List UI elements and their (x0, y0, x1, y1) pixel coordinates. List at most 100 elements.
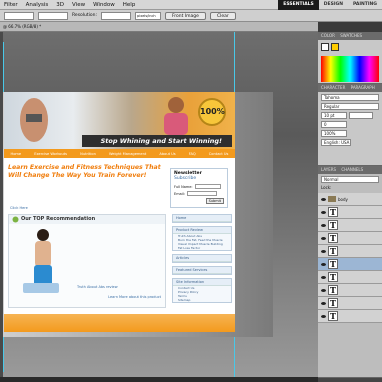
layer-row[interactable]: T (318, 271, 382, 284)
menu-view[interactable]: View (72, 0, 85, 10)
document-tab[interactable]: @ 66.7% (RGB/8) * (0, 22, 318, 32)
eye-icon[interactable] (321, 288, 326, 292)
tracking-field[interactable]: 0 (321, 121, 347, 128)
height-field[interactable] (38, 11, 68, 20)
nav-weight[interactable]: Weight Management (109, 152, 146, 156)
color-spectrum[interactable] (321, 56, 379, 82)
eye-icon[interactable] (321, 223, 326, 227)
menu-analysis[interactable]: Analysis (26, 0, 49, 10)
site-sidebar: Home Product Review Truth About Abs Burn… (172, 214, 232, 304)
layer-row[interactable]: T (318, 258, 382, 271)
rec-caption[interactable]: Truth About Abs review (77, 285, 118, 289)
workspace-painting[interactable]: PAINTING (348, 0, 382, 10)
tab-swatches[interactable]: SWATCHES (340, 33, 362, 38)
eye-icon[interactable] (321, 275, 326, 279)
headline-line-2: Will Change The Way You Train Forever! (8, 172, 147, 179)
nav-contact[interactable]: Contact Us (209, 152, 229, 156)
layer-row[interactable]: T (318, 284, 382, 297)
nav-home[interactable]: Home (11, 152, 22, 156)
nav-nutrition[interactable]: Nutrition (80, 152, 96, 156)
front-image-button[interactable]: Front Image (165, 11, 206, 20)
model-woman-image (23, 229, 59, 293)
newsletter-submit-button[interactable]: Submit (205, 198, 224, 204)
text-layer-icon: T (328, 259, 338, 269)
tab-layers[interactable]: LAYERS (321, 167, 336, 172)
tab-paragraph[interactable]: PARAGRAPH (351, 85, 375, 90)
menu-filter[interactable]: Filter (4, 0, 18, 10)
font-size-field[interactable]: 10 pt (321, 112, 347, 119)
newsletter-email-input[interactable] (186, 191, 217, 196)
fitness-woman-image (20, 98, 48, 142)
click-here-link[interactable]: Click Here (10, 206, 28, 210)
guarantee-badge: 100% (198, 98, 226, 126)
options-bar: Resolution: pixels/inch Front Image Clea… (0, 10, 382, 22)
text-layer-icon: T (328, 285, 338, 295)
text-layer-icon: T (328, 298, 338, 308)
layer-row[interactable]: T (318, 297, 382, 310)
vertical-scale-field[interactable]: 100% (321, 130, 347, 137)
newsletter-name-input[interactable] (194, 184, 221, 189)
site-nav: Home Exercise Workouts Nutrition Weight … (4, 149, 235, 158)
layer-row[interactable]: T (318, 245, 382, 258)
tab-character[interactable]: CHARACTER (321, 85, 345, 90)
layer-row[interactable]: T (318, 232, 382, 245)
eye-icon[interactable] (321, 197, 326, 201)
background-color[interactable] (331, 43, 339, 51)
eye-icon[interactable] (321, 262, 326, 266)
learn-more-link[interactable]: Learn More about this product (108, 295, 161, 299)
blend-mode-select[interactable]: Normal (321, 176, 379, 183)
tab-color[interactable]: COLOR (321, 33, 335, 38)
status-bar (0, 377, 318, 382)
width-field[interactable] (4, 11, 34, 20)
layer-group-body[interactable]: body (318, 193, 382, 206)
folder-icon (328, 196, 336, 202)
layer-row[interactable]: T (318, 310, 382, 323)
headline-line-1: Learn Exercise and Fitness Techniques Th… (8, 164, 161, 171)
language-select[interactable]: English: USA (321, 139, 351, 146)
sidebar-featured-services: Featured Services (172, 266, 232, 275)
fitness-trainer-image (164, 97, 188, 135)
clear-button[interactable]: Clear (209, 11, 236, 20)
nav-faq[interactable]: FAQ (189, 152, 196, 156)
nav-about[interactable]: About Us (159, 152, 175, 156)
foreground-color[interactable] (321, 43, 329, 51)
character-panel-tabs: CHARACTER PARAGRAPH (318, 84, 382, 92)
newsletter-box: Newsletter Subscribe Full Name: Email: S… (170, 168, 228, 208)
text-layer-icon: T (328, 246, 338, 256)
character-panel: CHARACTER PARAGRAPH Tahoma Regular 10 pt… (318, 84, 382, 166)
nav-exercise[interactable]: Exercise Workouts (34, 152, 67, 156)
tab-channels[interactable]: CHANNELS (341, 167, 363, 172)
layer-row[interactable]: T (318, 219, 382, 232)
eye-icon[interactable] (321, 249, 326, 253)
menu-3d[interactable]: 3D (56, 0, 64, 10)
layer-row[interactable]: T (318, 206, 382, 219)
newsletter-title: Newsletter Subscribe (174, 171, 202, 181)
sidebar-site-information: Site Information Contact Us Privacy Poli… (172, 278, 232, 303)
resolution-field[interactable] (101, 11, 132, 20)
font-family-select[interactable]: Tahoma (321, 94, 379, 101)
recommendation-box: Our TOP Recommendation Truth About Abs r… (8, 214, 166, 308)
group-name: body (338, 196, 348, 202)
color-panel: COLOR SWATCHES (318, 32, 382, 84)
font-style-select[interactable]: Regular (321, 103, 379, 110)
lock-label: Lock: (321, 185, 332, 190)
menu-window[interactable]: Window (93, 0, 115, 10)
eye-icon[interactable] (321, 314, 326, 318)
site-footer (4, 314, 235, 332)
menu-help[interactable]: Help (123, 0, 136, 10)
eye-icon[interactable] (321, 210, 326, 214)
color-swatch-area (318, 40, 382, 54)
eye-icon[interactable] (321, 236, 326, 240)
workspace-design[interactable]: DESIGN (319, 0, 348, 10)
banner: 100% Stop Whining and Start Winning! (4, 92, 235, 149)
recommendation-title: Our TOP Recommendation (9, 215, 165, 224)
text-layer-icon: T (328, 272, 338, 282)
text-layer-icon: T (328, 207, 338, 217)
sidebar-home: Home (172, 214, 232, 223)
leading-field[interactable] (349, 112, 373, 119)
eye-icon[interactable] (321, 301, 326, 305)
unit-select[interactable]: pixels/inch (135, 11, 162, 20)
workspace-essentials[interactable]: ESSENTIALS (278, 0, 319, 10)
banner-tagline: Stop Whining and Start Winning! (82, 135, 232, 147)
name-row: Full Name: (171, 183, 227, 190)
